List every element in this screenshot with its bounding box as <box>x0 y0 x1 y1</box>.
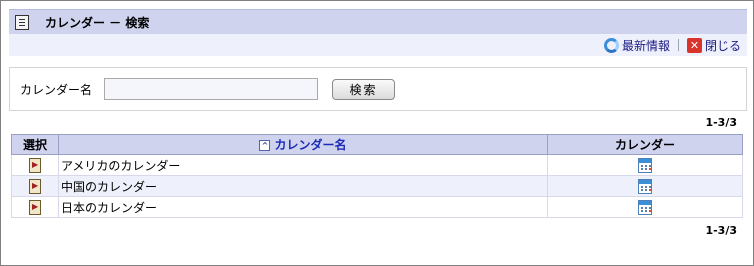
table-row: アメリカのカレンダー <box>11 154 743 176</box>
calendar-name-cell: 日本のカレンダー <box>58 196 548 218</box>
close-icon: ✕ <box>686 37 702 53</box>
calendar-name-cell: 中国のカレンダー <box>58 175 548 197</box>
calendar-icon[interactable] <box>638 199 652 215</box>
document-icon <box>15 14 29 30</box>
toolbar: 最新情報 ✕ 閉じる <box>9 34 747 56</box>
select-icon[interactable] <box>29 178 41 194</box>
search-button[interactable]: 検索 <box>332 78 396 100</box>
column-header-calendar-name[interactable]: ^ カレンダー名 <box>58 134 548 155</box>
column-header-select: 選択 <box>11 134 59 155</box>
refresh-link[interactable]: 最新情報 <box>603 37 670 54</box>
calendar-name-input[interactable] <box>104 78 319 100</box>
toolbar-divider <box>677 39 679 51</box>
refresh-icon <box>603 37 619 53</box>
table-row: 日本のカレンダー <box>11 196 743 218</box>
window-frame: カレンダー － 検索 最新情報 ✕ 閉じる カレンダー名 検索 1-3/3 選択… <box>0 0 754 266</box>
sort-ascending-icon[interactable]: ^ <box>259 140 271 151</box>
table-row: 中国のカレンダー <box>11 175 743 197</box>
search-panel: カレンダー名 検索 <box>9 67 747 111</box>
calendar-icon[interactable] <box>638 157 652 173</box>
pager-count-bottom: 1-3/3 <box>705 224 737 237</box>
column-header-calendar-name-label[interactable]: カレンダー名 <box>274 138 346 152</box>
refresh-label: 最新情報 <box>621 38 670 53</box>
table-header-row: 選択 ^ カレンダー名 カレンダー <box>11 134 743 155</box>
calendar-table: 選択 ^カレンダー名 カレンダー アメリカのカレンダー 中国のカレンダー 日本の… <box>11 134 743 218</box>
column-header-calendar: カレンダー <box>547 134 743 155</box>
pager-count-top: 1-3/3 <box>705 116 737 129</box>
close-link[interactable]: ✕ 閉じる <box>686 37 741 54</box>
calendar-icon[interactable] <box>638 178 652 194</box>
calendar-name-label: カレンダー名 <box>20 82 93 97</box>
title-bar: カレンダー － 検索 <box>9 9 747 34</box>
calendar-name-cell: アメリカのカレンダー <box>58 154 548 176</box>
close-label: 閉じる <box>704 38 741 53</box>
page-title: カレンダー － 検索 <box>45 15 150 30</box>
select-icon[interactable] <box>29 199 41 215</box>
select-icon[interactable] <box>29 157 41 173</box>
